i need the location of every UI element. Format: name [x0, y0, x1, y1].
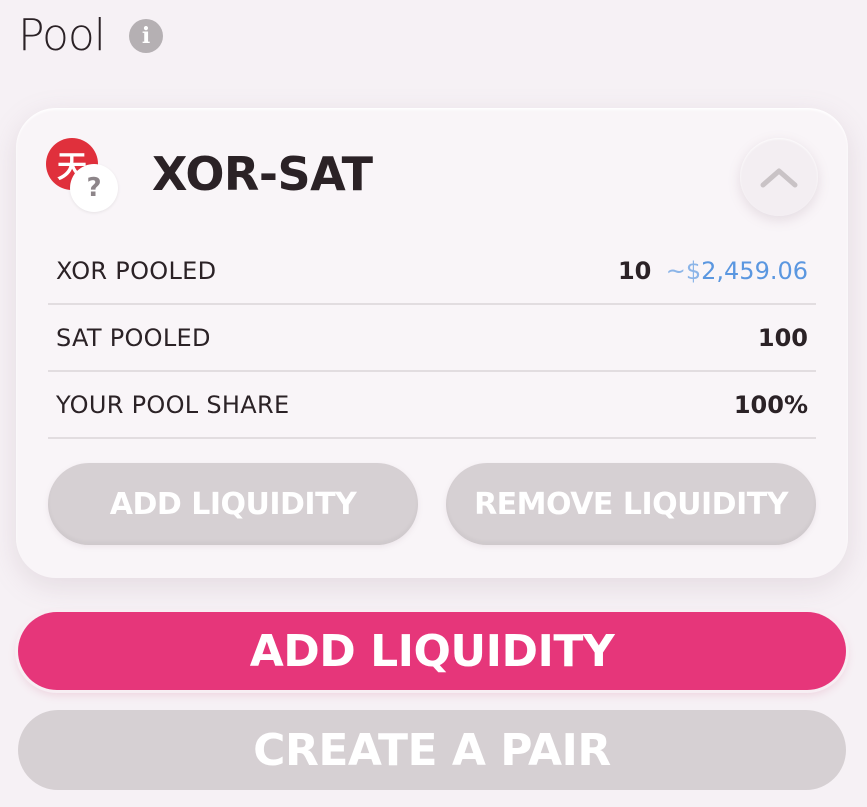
pool-details: XOR POOLED 10 ~$2,459.06 SAT POOLED 100 … — [48, 238, 816, 439]
create-pair-button[interactable]: CREATE A PAIR — [18, 710, 846, 790]
pool-share-label: YOUR POOL SHARE — [56, 390, 290, 419]
fiat-symbol: ~$ — [665, 256, 702, 285]
sat-pooled-label: SAT POOLED — [56, 323, 211, 352]
pool-card: 天 ? XOR-SAT XOR POOLED 10 ~$2,459.06 SAT… — [16, 108, 848, 578]
page-header: Pool i — [18, 8, 164, 64]
page-title: Pool — [18, 10, 106, 61]
chevron-up-icon — [760, 168, 798, 188]
collapse-button[interactable] — [740, 138, 818, 216]
sat-pooled-value: 100 — [757, 323, 808, 352]
pair-header: 天 ? XOR-SAT — [46, 138, 818, 238]
remove-liquidity-button[interactable]: REMOVE LIQUIDITY — [446, 463, 816, 545]
info-icon[interactable]: i — [129, 19, 164, 53]
pair-name: XOR-SAT — [152, 147, 373, 201]
xor-pooled-value: 10 — [617, 256, 652, 285]
xor-pooled-value-group: 10 ~$2,459.06 — [618, 257, 808, 285]
pool-page: Pool i 天 ? XOR-SAT XOR POOLED 10 ~$2,459… — [0, 0, 867, 807]
pool-row-sat: SAT POOLED 100 — [48, 305, 816, 372]
card-add-liquidity-button[interactable]: ADD LIQUIDITY — [48, 463, 418, 545]
card-actions: ADD LIQUIDITY REMOVE LIQUIDITY — [48, 463, 816, 545]
unknown-token-icon: ? — [70, 164, 118, 212]
add-liquidity-button[interactable]: ADD LIQUIDITY — [18, 612, 846, 690]
pool-row-share: YOUR POOL SHARE 100% — [48, 372, 816, 439]
xor-pooled-label: XOR POOLED — [56, 256, 217, 285]
pool-row-xor: XOR POOLED 10 ~$2,459.06 — [48, 238, 816, 305]
xor-fiat-value: 2,459.06 — [701, 256, 808, 285]
xor-fiat-value-group: ~$2,459.06 — [666, 257, 808, 285]
pool-share-value: 100% — [733, 390, 808, 419]
